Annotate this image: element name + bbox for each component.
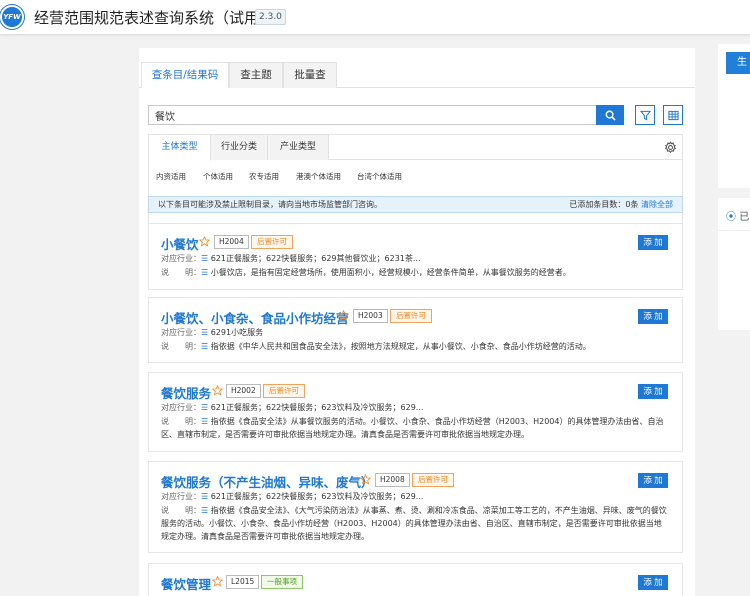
code-tag: H2003: [353, 309, 388, 323]
search-icon: [605, 110, 616, 121]
filter-tabs: 主体类型 行业分类 产业类型: [149, 135, 682, 161]
type-tag: 后置许可: [263, 384, 305, 398]
main-panel: 查条目/结果码 查主题 批量查 主体类型 行业分类 产业类型: [139, 48, 695, 596]
right-panel: 生: [718, 44, 750, 188]
notice-bar: 以下条目可能涉及禁止限制目录，请向当地市场监管部门咨询。 已添加条目数：0条 清…: [148, 196, 683, 213]
type-tag: 后置许可: [390, 309, 432, 323]
result-card: 小餐饮、小食杂、食品小作坊经营 H2003 后置许可 添 加 对应行业：☰ 62…: [148, 297, 683, 363]
right-added-panel: ⦿ 已: [718, 198, 750, 330]
list-icon: ☰: [201, 403, 209, 412]
industry-line: 对应行业：☰ 621正餐服务；622快餐服务；623饮料及冷饮服务；629...: [161, 492, 424, 501]
star-icon[interactable]: [212, 385, 223, 396]
add-button[interactable]: 添 加: [638, 473, 668, 488]
industry-line: 对应行业：☰ 621正餐服务；622快餐服务；623饮料及冷饮服务；629...: [161, 403, 424, 412]
star-icon[interactable]: [199, 236, 210, 247]
list-icon: ☰: [201, 328, 209, 337]
main-tabs: 查条目/结果码 查主题 批量查: [139, 62, 695, 88]
result-card: 餐饮服务 H2002 后置许可 添 加 对应行业：☰ 621正餐服务；622快餐…: [148, 372, 683, 452]
tab-search-items[interactable]: 查条目/结果码: [141, 62, 229, 88]
list-icon: ☰: [201, 506, 209, 515]
list-icon: ☰: [201, 342, 209, 351]
industry-line: 对应行业：☰ 6291小吃服务: [161, 328, 264, 337]
code-tag: H2002: [226, 384, 261, 398]
added-count: 已添加条目数：0条 清除全部: [569, 200, 673, 209]
app-logo: YFW: [0, 5, 24, 29]
ftab-entity-type[interactable]: 主体类型: [149, 135, 211, 161]
table-icon: [667, 110, 679, 120]
ftab-sector[interactable]: 产业类型: [268, 135, 329, 160]
list-icon: ⦿: [726, 212, 736, 223]
add-button[interactable]: 添 加: [638, 384, 668, 399]
list-icon: ☰: [201, 417, 209, 426]
tab-batch-search[interactable]: 批量查: [283, 62, 337, 88]
result-card: 餐饮服务（不产生油烟、异味、废气） H2008 后置许可 添 加 对应行业：☰ …: [148, 461, 683, 553]
filter-icon: [639, 110, 651, 120]
clear-all-link[interactable]: 清除全部: [641, 200, 673, 209]
description: 说 明：☰ 指依据《中华人民共和国食品安全法》，按照地方法规规定，从事小餐饮、小…: [161, 342, 591, 351]
code-tag: H2004: [214, 235, 249, 249]
category-domestic[interactable]: 内资适用: [156, 171, 186, 182]
add-button[interactable]: 添 加: [638, 235, 668, 250]
star-icon[interactable]: [360, 474, 371, 485]
type-tag: 后置许可: [251, 235, 293, 249]
filter-button[interactable]: [635, 105, 655, 125]
code-tag: H2008: [375, 473, 410, 487]
industry-line: 对应行业：☰ 621正餐服务；622快餐服务；629其他餐饮业；6231茶...: [161, 254, 421, 263]
add-button[interactable]: 添 加: [638, 309, 668, 324]
type-tag: 后置许可: [412, 473, 454, 487]
top-bar: YFW 经营范围规范表述查询系统（试用版） 2.3.0: [0, 0, 750, 34]
search-input[interactable]: [148, 105, 597, 125]
type-tag: 一般事项: [261, 575, 303, 589]
gear-icon[interactable]: [664, 141, 677, 154]
divider: [718, 230, 750, 231]
description: 说 明：☰ 小餐饮店，是指有固定经营场所，使用面积小，经营规模小，经营条件简单，…: [161, 268, 571, 277]
result-title[interactable]: 餐饮服务（不产生油烟、异味、废气）: [161, 472, 374, 491]
list-icon: ☰: [201, 254, 209, 263]
app-title: 经营范围规范表述查询系统（试用版）: [34, 9, 290, 27]
search-button[interactable]: [596, 105, 624, 125]
result-title[interactable]: 小餐饮、小食杂、食品小作坊经营: [161, 308, 349, 327]
result-title[interactable]: 餐饮管理: [161, 574, 211, 593]
category-hk-macao[interactable]: 港澳个体适用: [296, 171, 341, 182]
result-card: 小餐饮 H2004 后置许可 添 加 对应行业：☰ 621正餐服务；622快餐服…: [148, 223, 683, 290]
add-button[interactable]: 添 加: [638, 575, 668, 590]
table-view-button[interactable]: [663, 105, 683, 125]
category-individual[interactable]: 个体适用: [203, 171, 233, 182]
result-title[interactable]: 餐饮服务: [161, 383, 211, 402]
star-icon[interactable]: [212, 576, 223, 587]
ftab-industry[interactable]: 行业分类: [211, 135, 268, 160]
result-title[interactable]: 小餐饮: [161, 234, 199, 253]
generate-button[interactable]: 生: [726, 52, 750, 74]
result-card: 餐饮管理 L2015 一般事项 添 加: [148, 563, 683, 596]
added-section-title: ⦿ 已: [726, 212, 750, 223]
filter-box: 主体类型 行业分类 产业类型 内资适用 个体适用 农专适用 港澳个体适用 台湾个…: [148, 134, 683, 236]
tab-search-topic[interactable]: 查主题: [229, 62, 283, 88]
star-icon[interactable]: [338, 310, 349, 321]
notice-text: 以下条目可能涉及禁止限制目录，请向当地市场监管部门咨询。: [158, 200, 382, 209]
list-icon: ☰: [201, 268, 209, 277]
code-tag: L2015: [226, 575, 260, 589]
description: 说 明：☰ 指依据《食品安全法》从事餐饮服务的活动。小餐饮、小食杂、食品小作坊经…: [161, 417, 664, 439]
list-icon: ☰: [201, 492, 209, 501]
category-taiwan[interactable]: 台湾个体适用: [357, 171, 402, 182]
category-farmer-coop[interactable]: 农专适用: [249, 171, 279, 182]
version-badge: 2.3.0: [255, 9, 286, 25]
description: 说 明：☰ 指依据《食品安全法》、《大气污染防治法》从事蒸、煮、烫、涮和冷冻食品…: [161, 506, 667, 541]
